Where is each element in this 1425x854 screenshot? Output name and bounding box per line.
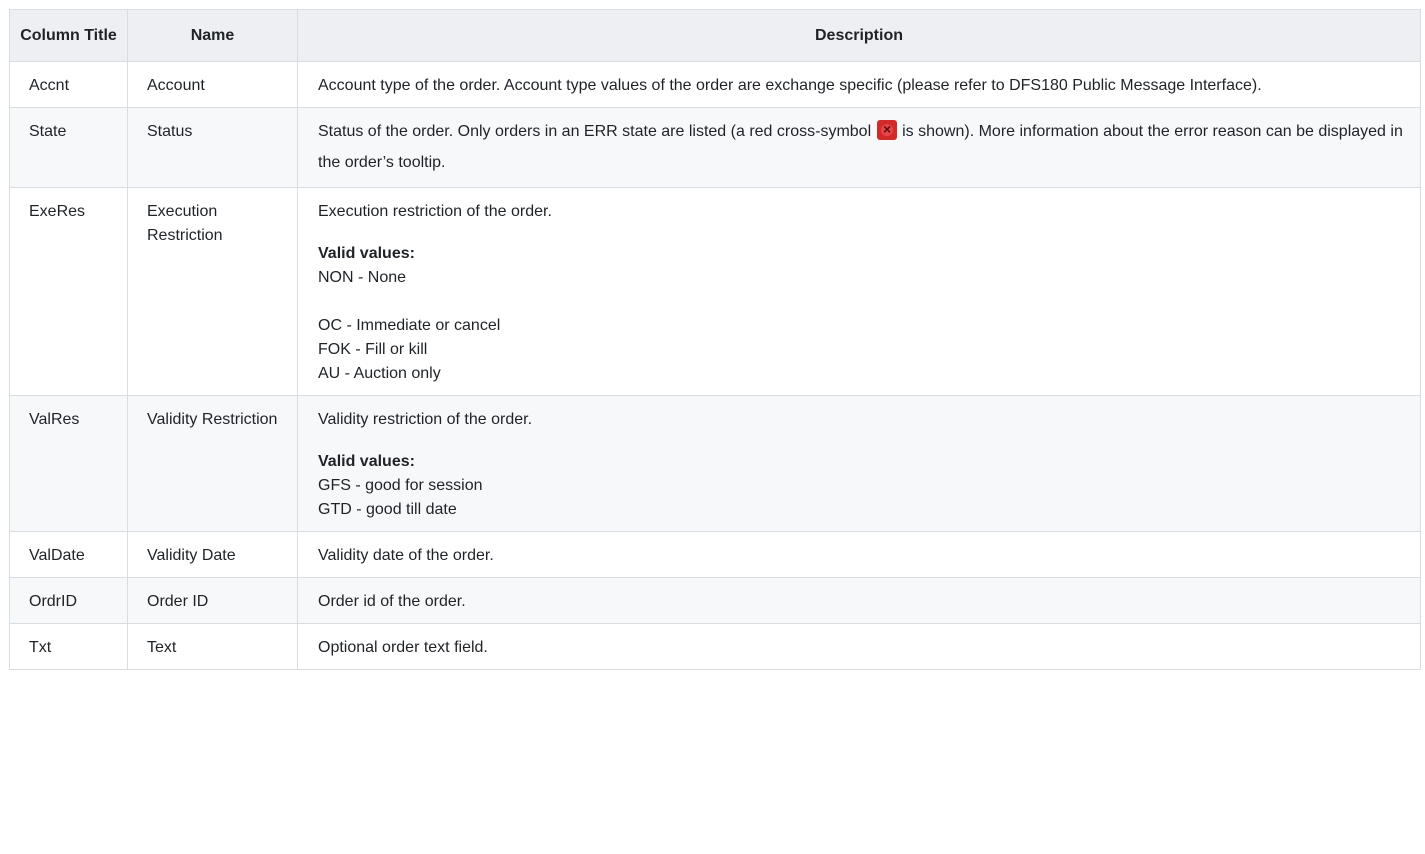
cell-description: Validity restriction of the order. Valid… [297, 395, 1421, 532]
table-header: Column Title Name Description [9, 9, 1421, 62]
header-row: Column Title Name Description [9, 9, 1421, 62]
header-column-title: Column Title [9, 9, 128, 62]
cell-column-title: Txt [9, 623, 128, 670]
valid-value-item: GTD - good till date [318, 501, 457, 518]
cell-column-title: Accnt [9, 61, 128, 108]
valid-value-item: OC - Immediate or cancel [318, 317, 501, 334]
valid-value-item: NON - None [318, 269, 407, 286]
cell-description: Validity date of the order. [297, 531, 1421, 578]
table-row: OrdrID Order ID Order id of the order. [9, 577, 1421, 624]
cell-name: Execution Restriction [127, 187, 298, 396]
cell-description: Execution restriction of the order. Vali… [297, 187, 1421, 396]
header-description: Description [297, 9, 1421, 62]
cell-name: Account [127, 61, 298, 108]
cell-column-title: State [9, 107, 128, 188]
cell-description: Optional order text field. [297, 623, 1421, 670]
valid-value-item: AU - Auction only [318, 365, 441, 382]
valid-value-item: FOK - Fill or kill [318, 341, 428, 358]
red-cross-error-icon [877, 117, 898, 141]
description-text-before-icon: Status of the order. Only orders in an E… [318, 123, 872, 140]
column-description-table: Column Title Name Description Accnt Acco… [9, 9, 1421, 670]
table-row: Accnt Account Account type of the order.… [9, 61, 1421, 108]
valid-values-label: Valid values: [318, 453, 415, 470]
cell-name: Order ID [127, 577, 298, 624]
description-text: Execution restriction of the order. [318, 203, 552, 220]
cell-name: Validity Restriction [127, 395, 298, 532]
table-row: ValRes Validity Restriction Validity res… [9, 395, 1421, 532]
header-name: Name [127, 9, 298, 62]
cell-name: Text [127, 623, 298, 670]
table-row: Txt Text Optional order text field. [9, 623, 1421, 670]
cell-description: Order id of the order. [297, 577, 1421, 624]
cell-column-title: ValRes [9, 395, 128, 532]
cell-name: Status [127, 107, 298, 188]
valid-values-label: Valid values: [318, 245, 415, 262]
table-body: Accnt Account Account type of the order.… [9, 61, 1421, 670]
table-row: State Status Status of the order. Only o… [9, 107, 1421, 188]
cell-description: Status of the order. Only orders in an E… [297, 107, 1421, 188]
cell-description: Account type of the order. Account type … [297, 61, 1421, 108]
table-row: ExeRes Execution Restriction Execution r… [9, 187, 1421, 396]
valid-value-item: GFS - good for session [318, 477, 483, 494]
cell-column-title: ExeRes [9, 187, 128, 396]
cell-column-title: OrdrID [9, 577, 128, 624]
description-text: Validity restriction of the order. [318, 411, 533, 428]
table-row: ValDate Validity Date Validity date of t… [9, 531, 1421, 578]
cell-name: Validity Date [127, 531, 298, 578]
cell-column-title: ValDate [9, 531, 128, 578]
